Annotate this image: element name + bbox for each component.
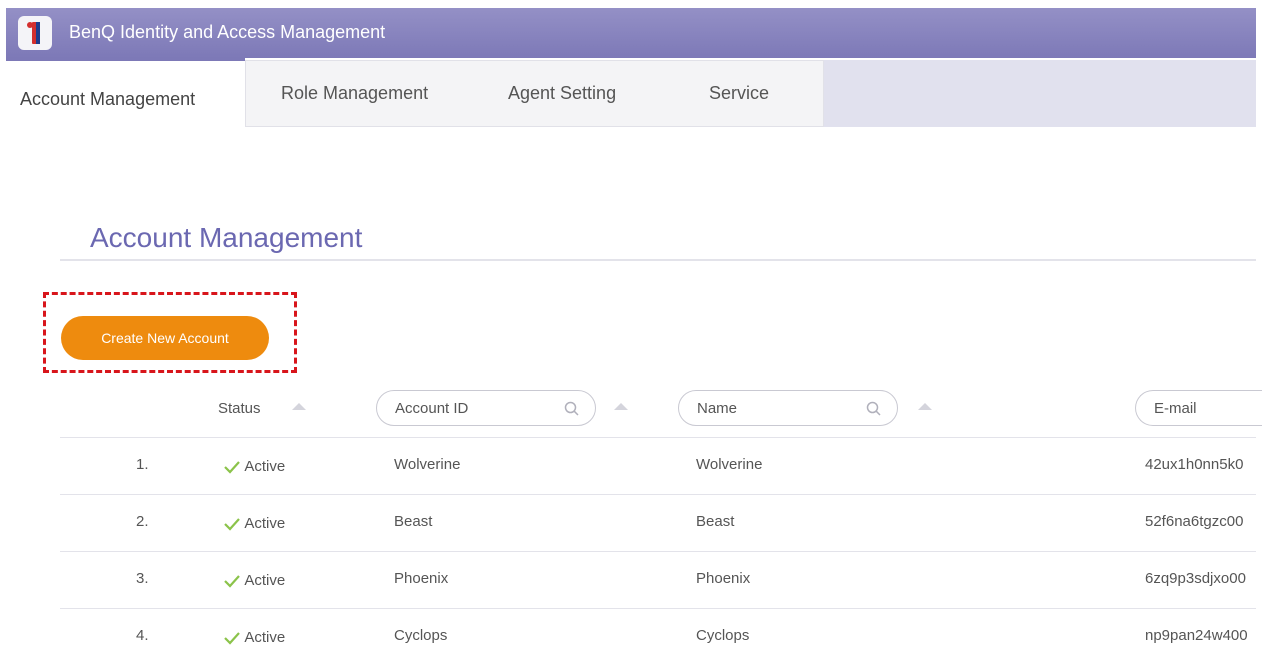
title-divider xyxy=(60,259,1256,261)
status-text: Active xyxy=(244,515,286,532)
benq-iam-logo-icon xyxy=(18,16,52,50)
column-header-status: Status xyxy=(218,400,261,417)
status-text: Active xyxy=(244,458,286,475)
table-row[interactable]: 3. Active Phoenix Phoenix 6zq9p3sdjxo00 xyxy=(60,552,1256,609)
tab-label: Account Management xyxy=(20,89,196,109)
check-icon xyxy=(224,632,240,645)
name-cell: Cyclops xyxy=(696,627,750,644)
status-cell: Active xyxy=(223,629,285,646)
column-header-email: E-mail xyxy=(1154,400,1197,417)
email-filter-input[interactable]: E-mail xyxy=(1135,390,1262,426)
search-icon[interactable] xyxy=(865,400,883,423)
sort-up-icon[interactable] xyxy=(918,403,932,410)
status-cell: Active xyxy=(223,572,285,589)
table-row[interactable]: 1. Active Wolverine Wolverine 42ux1h0nn5… xyxy=(60,438,1256,495)
check-icon xyxy=(224,575,240,588)
tab-role-management[interactable]: Role Management xyxy=(281,83,428,104)
account-id-cell: Beast xyxy=(394,513,433,530)
create-new-account-button[interactable]: Create New Account xyxy=(61,316,269,360)
check-icon xyxy=(224,461,240,474)
row-index: 2. xyxy=(136,513,149,530)
status-text: Active xyxy=(244,629,286,646)
email-cell: 6zq9p3sdjxo00 xyxy=(1145,570,1246,587)
table-row[interactable]: 2. Active Beast Beast 52f6na6tgzc00 xyxy=(60,495,1256,552)
tab-agent-setting[interactable]: Agent Setting xyxy=(508,83,616,104)
tab-group: Role Management Agent Setting Service xyxy=(245,60,824,127)
name-filter-input[interactable]: Name xyxy=(678,390,898,426)
email-cell: np9pan24w400 xyxy=(1145,627,1248,644)
app-header: BenQ Identity and Access Management xyxy=(6,8,1256,58)
sort-up-icon[interactable] xyxy=(614,403,628,410)
row-index: 1. xyxy=(136,456,149,473)
account-id-filter-input[interactable]: Account ID xyxy=(376,390,596,426)
status-cell: Active xyxy=(223,458,285,475)
search-icon[interactable] xyxy=(563,400,581,423)
name-cell: Wolverine xyxy=(696,456,763,473)
account-id-cell: Phoenix xyxy=(394,570,449,587)
email-cell: 52f6na6tgzc00 xyxy=(1145,513,1244,530)
row-index: 4. xyxy=(136,627,149,644)
page-title: Account Management xyxy=(90,222,363,253)
sort-up-icon[interactable] xyxy=(292,403,306,410)
column-header-account-id: Account ID xyxy=(395,400,469,417)
tab-account-management[interactable]: Account Management xyxy=(6,58,245,128)
table-row[interactable]: 4. Active Cyclops Cyclops np9pan24w400 xyxy=(60,609,1256,666)
status-cell: Active xyxy=(223,515,285,532)
main-tabs: Account Management Role Management Agent… xyxy=(6,58,1256,128)
column-header-name: Name xyxy=(697,400,738,417)
name-cell: Beast xyxy=(696,513,735,530)
email-cell: 42ux1h0nn5k0 xyxy=(1145,456,1244,473)
app-title: BenQ Identity and Access Management xyxy=(69,22,386,42)
check-icon xyxy=(224,518,240,531)
account-id-cell: Wolverine xyxy=(394,456,461,473)
row-index: 3. xyxy=(136,570,149,587)
status-text: Active xyxy=(244,572,286,589)
account-id-cell: Cyclops xyxy=(394,627,448,644)
name-cell: Phoenix xyxy=(696,570,751,587)
tab-service[interactable]: Service xyxy=(709,83,769,104)
tab-filler xyxy=(824,60,1256,127)
